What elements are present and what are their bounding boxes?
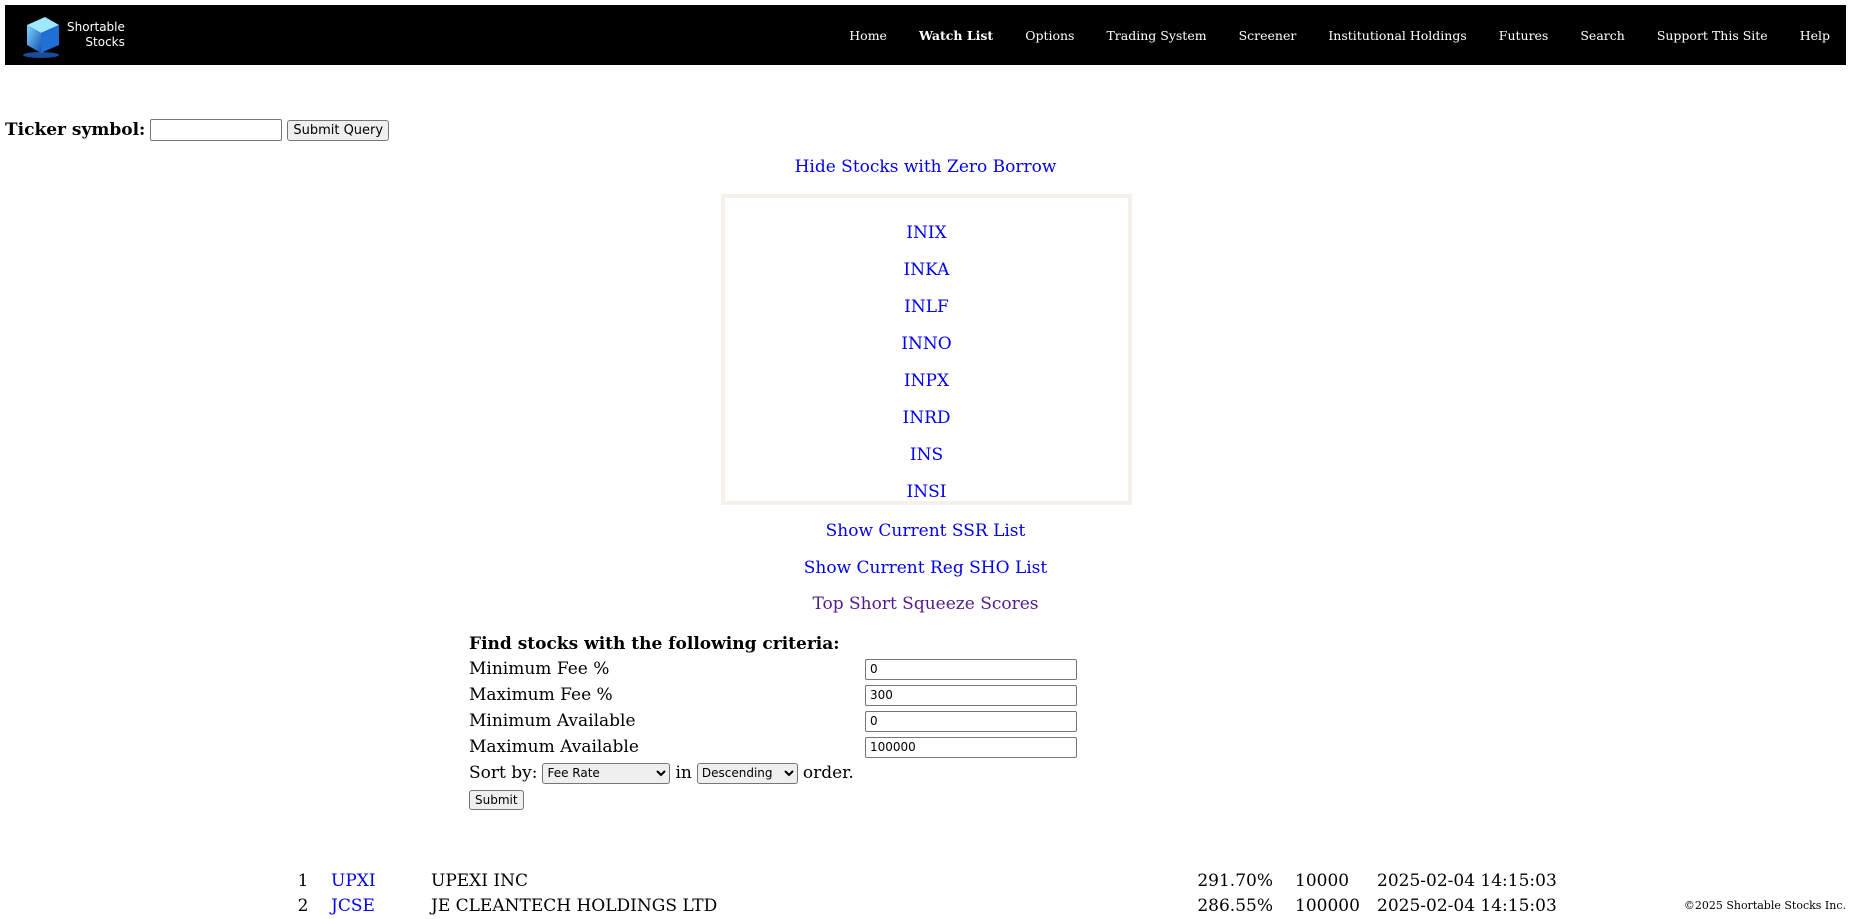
- fee-rate: 291.70%: [1197, 871, 1273, 891]
- order-label: order.: [802, 763, 854, 783]
- ticker-link[interactable]: INSI: [907, 482, 947, 501]
- list-item: INIX: [725, 215, 1128, 252]
- symbol-link[interactable]: UPXI: [331, 871, 376, 891]
- ssr-list-link[interactable]: Show Current SSR List: [826, 521, 1026, 541]
- nav-institutional-holdings[interactable]: Institutional Holdings: [1312, 28, 1482, 43]
- short-squeeze-link[interactable]: Top Short Squeeze Scores: [812, 594, 1038, 614]
- ticker-link[interactable]: INLF: [904, 297, 949, 317]
- regsho-list-link[interactable]: Show Current Reg SHO List: [804, 558, 1047, 578]
- watch-list: INIX INKA INLF INNO INPX INRD INS INSI: [725, 215, 1128, 501]
- nav-home[interactable]: Home: [833, 28, 903, 43]
- ticker-input[interactable]: [150, 119, 283, 141]
- max-fee-input[interactable]: [865, 684, 1077, 706]
- min-fee-input[interactable]: [865, 658, 1077, 680]
- sort-order-select[interactable]: Descending: [696, 762, 798, 784]
- updated-time: 2025-02-04 14:15:03: [1377, 871, 1557, 891]
- logo-text-line1: Shortable: [67, 20, 125, 34]
- in-label: in: [675, 763, 692, 783]
- top-navigation-bar: Shortable Stocks Home Watch List Options…: [5, 5, 1846, 65]
- results-table: 1 UPXI UPEXI INC 291.70% 10000 2025-02-0…: [275, 869, 1567, 919]
- table-row: 1 UPXI UPEXI INC 291.70% 10000 2025-02-0…: [275, 869, 1567, 894]
- row-index: 1: [297, 871, 309, 891]
- list-item: INRD: [725, 400, 1128, 437]
- max-available-row: Maximum Available: [469, 734, 1077, 760]
- logo-text-line2: Stocks: [85, 35, 125, 49]
- nav-help[interactable]: Help: [1784, 28, 1846, 43]
- submit-query-button[interactable]: Submit Query: [287, 119, 390, 141]
- max-fee-row: Maximum Fee %: [469, 682, 1077, 708]
- nav-screener[interactable]: Screener: [1223, 28, 1313, 43]
- ticker-link[interactable]: INKA: [904, 260, 950, 280]
- min-fee-row: Minimum Fee %: [469, 656, 1077, 682]
- squeeze-row: Top Short Squeeze Scores: [0, 594, 1851, 614]
- main-nav: Home Watch List Options Trading System S…: [833, 5, 1846, 65]
- nav-support[interactable]: Support This Site: [1641, 28, 1784, 43]
- table-row: 2 JCSE JE CLEANTECH HOLDINGS LTD 286.55%…: [275, 894, 1567, 919]
- list-item: INLF: [725, 289, 1128, 326]
- ticker-link[interactable]: INPX: [904, 371, 949, 391]
- criteria-form: Find stocks with the following criteria:…: [469, 632, 1077, 814]
- hide-zero-borrow-row: Hide Stocks with Zero Borrow: [0, 157, 1851, 177]
- min-available-label: Minimum Available: [469, 711, 636, 731]
- ticker-search-form: Ticker symbol: Submit Query: [5, 119, 390, 141]
- ticker-link[interactable]: INNO: [901, 334, 951, 354]
- submit-row: Submit: [469, 786, 1077, 814]
- sort-by-select[interactable]: Fee Rate: [542, 762, 671, 784]
- hide-zero-borrow-link[interactable]: Hide Stocks with Zero Borrow: [795, 157, 1057, 177]
- symbol-link[interactable]: JCSE: [331, 896, 375, 916]
- cube-logo-icon: [23, 17, 59, 58]
- max-available-label: Maximum Available: [469, 737, 639, 757]
- nav-futures[interactable]: Futures: [1483, 28, 1565, 43]
- nav-trading-system[interactable]: Trading System: [1090, 28, 1222, 43]
- ticker-link[interactable]: INS: [910, 445, 943, 465]
- watch-list-box[interactable]: INIX INKA INLF INNO INPX INRD INS INSI: [721, 194, 1132, 505]
- ticker-link[interactable]: INRD: [902, 408, 950, 428]
- min-available-row: Minimum Available: [469, 708, 1077, 734]
- available-shares: 100000: [1295, 896, 1360, 916]
- ssr-row: Show Current SSR List: [0, 521, 1851, 541]
- criteria-heading: Find stocks with the following criteria:: [469, 634, 840, 654]
- nav-options[interactable]: Options: [1009, 28, 1090, 43]
- sort-row: Sort by: Fee Rate in Descending order.: [469, 760, 1077, 786]
- company-name: UPEXI INC: [431, 871, 528, 891]
- criteria-submit-button[interactable]: Submit: [469, 790, 524, 810]
- list-item: INSI: [725, 474, 1128, 501]
- available-shares: 10000: [1295, 871, 1350, 891]
- list-item: INKA: [725, 252, 1128, 289]
- copyright-text: ©2025 Shortable Stocks Inc.: [1683, 899, 1846, 912]
- site-logo[interactable]: Shortable Stocks: [17, 11, 137, 59]
- list-item: INNO: [725, 326, 1128, 363]
- min-fee-label: Minimum Fee %: [469, 659, 610, 679]
- updated-time: 2025-02-04 14:15:03: [1377, 896, 1557, 916]
- list-item: INS: [725, 437, 1128, 474]
- ticker-label: Ticker symbol:: [5, 120, 146, 140]
- row-index: 2: [297, 896, 309, 916]
- max-available-input[interactable]: [865, 736, 1077, 758]
- min-available-input[interactable]: [865, 710, 1077, 732]
- sort-by-label: Sort by:: [469, 763, 538, 783]
- nav-watch-list[interactable]: Watch List: [903, 28, 1009, 43]
- fee-rate: 286.55%: [1197, 896, 1273, 916]
- ticker-link[interactable]: INIX: [906, 223, 946, 243]
- nav-search[interactable]: Search: [1564, 28, 1640, 43]
- company-name: JE CLEANTECH HOLDINGS LTD: [431, 896, 718, 916]
- list-item: INPX: [725, 363, 1128, 400]
- max-fee-label: Maximum Fee %: [469, 685, 613, 705]
- regsho-row: Show Current Reg SHO List: [0, 558, 1851, 578]
